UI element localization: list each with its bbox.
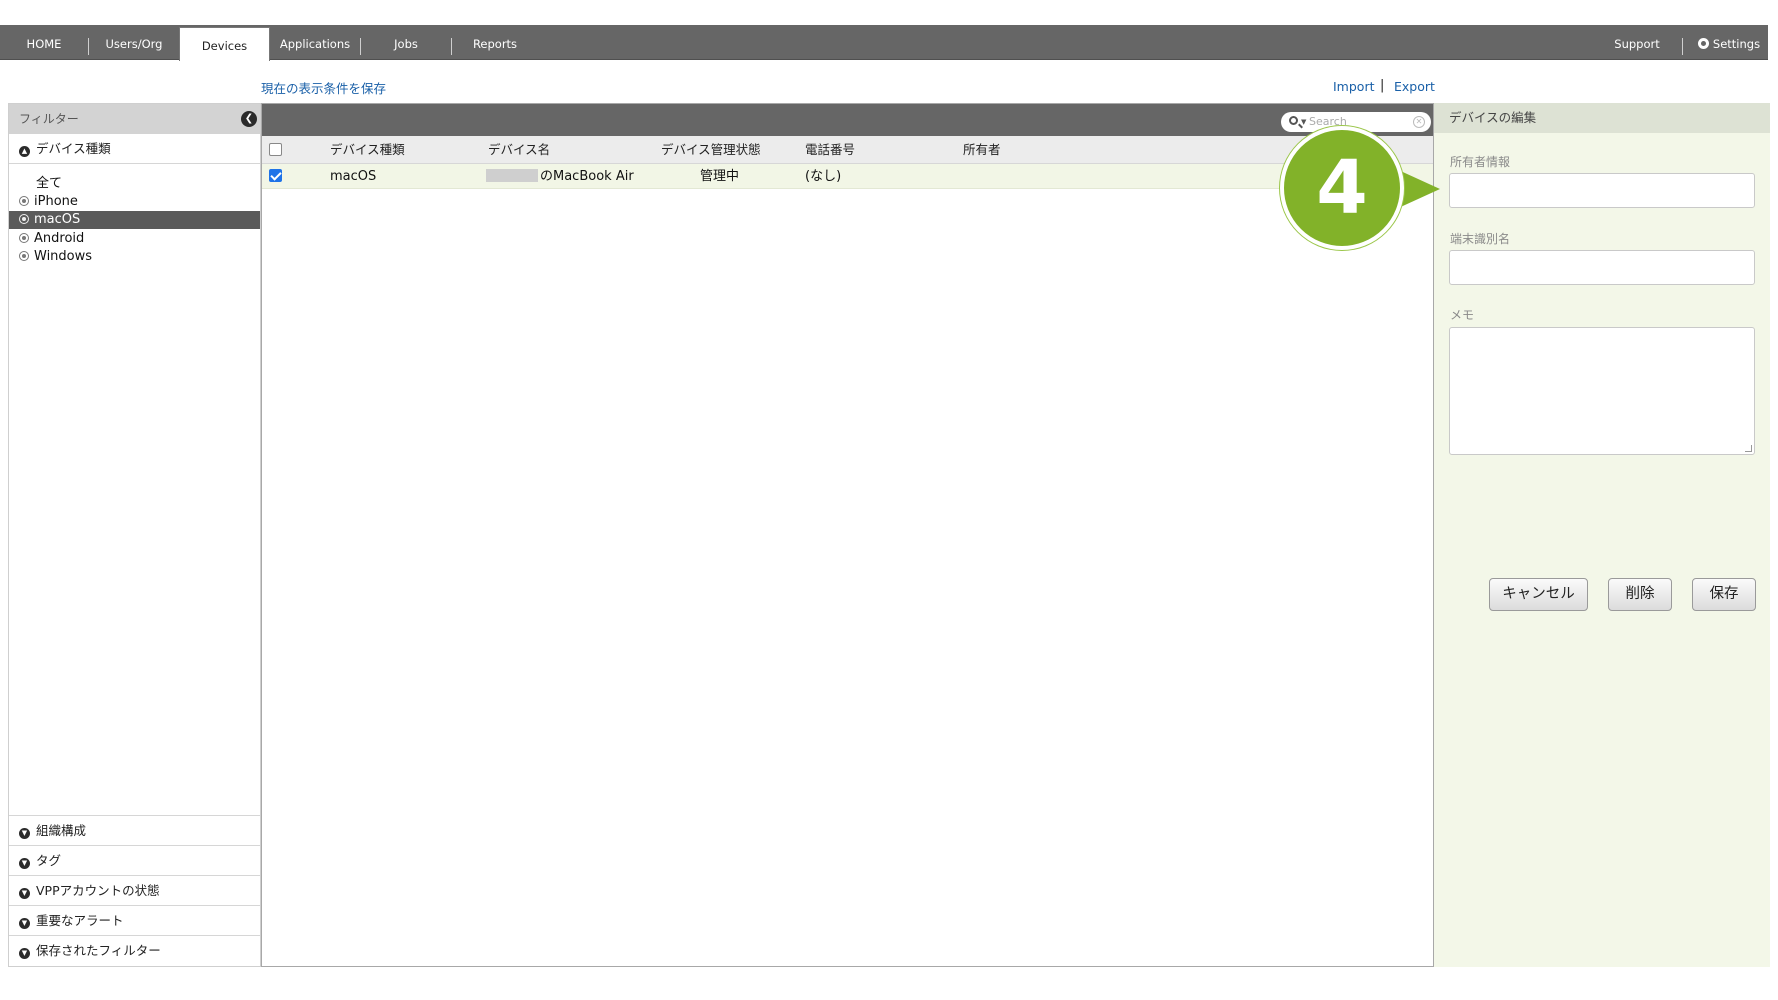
filter-option-windows[interactable]: Windows [9, 248, 260, 266]
section-device-type[interactable]: ▲ デバイス種類 [9, 134, 260, 164]
nav-home[interactable]: HOME [0, 25, 88, 60]
top-nav: HOME Users/Org Devices Applications Jobs… [0, 25, 1768, 61]
header-owner[interactable]: 所有者 [963, 136, 1001, 164]
resize-handle-icon[interactable] [1745, 445, 1752, 452]
device-edit-panel: デバイスの編集 所有者情報 端末識別名 メモ キャンセル 削除 保存 [1434, 103, 1770, 967]
clear-icon[interactable]: ✕ [1413, 116, 1425, 128]
nav-settings[interactable]: Settings [1690, 25, 1768, 60]
nav-support[interactable]: Support [1596, 25, 1678, 60]
cell-phone: (なし) [805, 169, 842, 184]
nav-devices[interactable]: Devices [179, 27, 270, 61]
edit-panel-title: デバイスの編集 [1434, 103, 1770, 133]
nav-applications[interactable]: Applications [270, 25, 360, 60]
radio-icon [19, 196, 29, 206]
section-alerts[interactable]: ▼ 重要なアラート [9, 906, 260, 936]
section-device-type-label: デバイス種類 [36, 141, 111, 156]
section-label: 組織構成 [36, 823, 87, 838]
radio-icon [19, 233, 29, 243]
table-header: デバイス種類 デバイス名 デバイス管理状態 電話番号 所有者 [262, 136, 1433, 164]
header-device-name[interactable]: デバイス名 [488, 136, 550, 164]
owner-info-label: 所有者情報 [1450, 155, 1511, 169]
save-button[interactable]: 保存 [1692, 578, 1756, 611]
filter-option-label: Windows [34, 249, 93, 264]
chevron-down-icon: ▼ [19, 828, 30, 839]
header-device-status[interactable]: デバイス管理状態 [661, 136, 761, 164]
step-callout-badge: 4 [1280, 126, 1404, 250]
redacted-block [486, 169, 538, 182]
section-org[interactable]: ▼ 組織構成 [9, 816, 260, 846]
save-view-link[interactable]: 現在の表示条件を保存 [261, 78, 386, 97]
export-link[interactable]: Export [1394, 79, 1435, 94]
import-link[interactable]: Import [1333, 79, 1375, 94]
table-row[interactable]: macOS のMacBook Air 管理中 (なし) [262, 164, 1433, 189]
filter-sections: ▼ 組織構成 ▼ タグ ▼ VPPアカウントの状態 ▼ 重要なアラート ▼ 保存されたフィ… [9, 815, 260, 966]
select-all-checkbox[interactable] [269, 143, 282, 156]
device-list: ▼ Search ✕ デバイス種類 デバイス名 デバイス管理状態 電話番号 所有… [261, 103, 1434, 967]
radio-icon [19, 251, 29, 261]
caret-down-icon: ▼ [1301, 118, 1307, 126]
nav-jobs[interactable]: Jobs [361, 25, 451, 60]
filter-option-macos[interactable]: macOS [9, 211, 260, 229]
list-toolbar: ▼ Search ✕ [262, 104, 1433, 136]
filter-title: フィルター [19, 112, 79, 126]
filter-header: フィルター ❮ [9, 104, 260, 134]
cancel-button[interactable]: キャンセル [1489, 578, 1588, 611]
link-separator: | [1380, 78, 1385, 93]
collapse-sidebar-icon[interactable]: ❮ [241, 111, 257, 127]
section-label: VPPアカウントの状態 [36, 883, 160, 898]
filter-option-label: 全て [36, 176, 63, 191]
filter-option-iphone[interactable]: iPhone [9, 193, 260, 211]
filter-option-android[interactable]: Android [9, 230, 260, 248]
gear-icon [1697, 38, 1709, 49]
header-device-type[interactable]: デバイス種類 [330, 136, 405, 164]
cell-device-type: macOS [330, 169, 377, 184]
chevron-down-icon: ▼ [19, 918, 30, 929]
section-label: 重要なアラート [36, 913, 124, 928]
chevron-up-icon: ▲ [19, 146, 30, 157]
device-identifier-field[interactable] [1449, 250, 1755, 285]
filter-option-label: macOS [34, 212, 81, 227]
chevron-down-icon: ▼ [19, 858, 30, 869]
cell-device-status: 管理中 [700, 169, 740, 184]
owner-info-field[interactable] [1449, 173, 1755, 208]
section-label: 保存されたフィルター [36, 943, 161, 958]
filter-sidebar: フィルター ❮ ▲ デバイス種類 全て iPhone macOS Android … [8, 103, 261, 967]
header-phone[interactable]: 電話番号 [805, 136, 855, 164]
row-checkbox[interactable] [269, 169, 282, 182]
filter-option-label: iPhone [34, 194, 78, 209]
chevron-down-icon: ▼ [19, 948, 30, 959]
memo-label: メモ [1450, 308, 1475, 322]
section-saved-filters[interactable]: ▼ 保存されたフィルター [9, 936, 260, 966]
filter-option-label: Android [34, 231, 85, 246]
nav-reports[interactable]: Reports [452, 25, 538, 60]
nav-settings-label: Settings [1712, 37, 1761, 51]
cell-device-name-text: のMacBook Air [540, 169, 634, 184]
section-vpp-status[interactable]: ▼ VPPアカウントの状態 [9, 876, 260, 906]
nav-users-org[interactable]: Users/Org [89, 25, 179, 60]
chevron-down-icon: ▼ [19, 888, 30, 899]
nav-separator [1682, 38, 1683, 55]
device-identifier-label: 端末識別名 [1450, 232, 1511, 246]
memo-textarea[interactable] [1449, 327, 1755, 455]
delete-button[interactable]: 削除 [1608, 578, 1672, 611]
search-icon [1289, 116, 1298, 125]
section-tags[interactable]: ▼ タグ [9, 846, 260, 876]
section-label: タグ [36, 853, 62, 868]
radio-icon [19, 214, 29, 224]
filter-option-all[interactable]: 全て [9, 175, 260, 193]
cell-device-name: のMacBook Air [486, 164, 634, 189]
